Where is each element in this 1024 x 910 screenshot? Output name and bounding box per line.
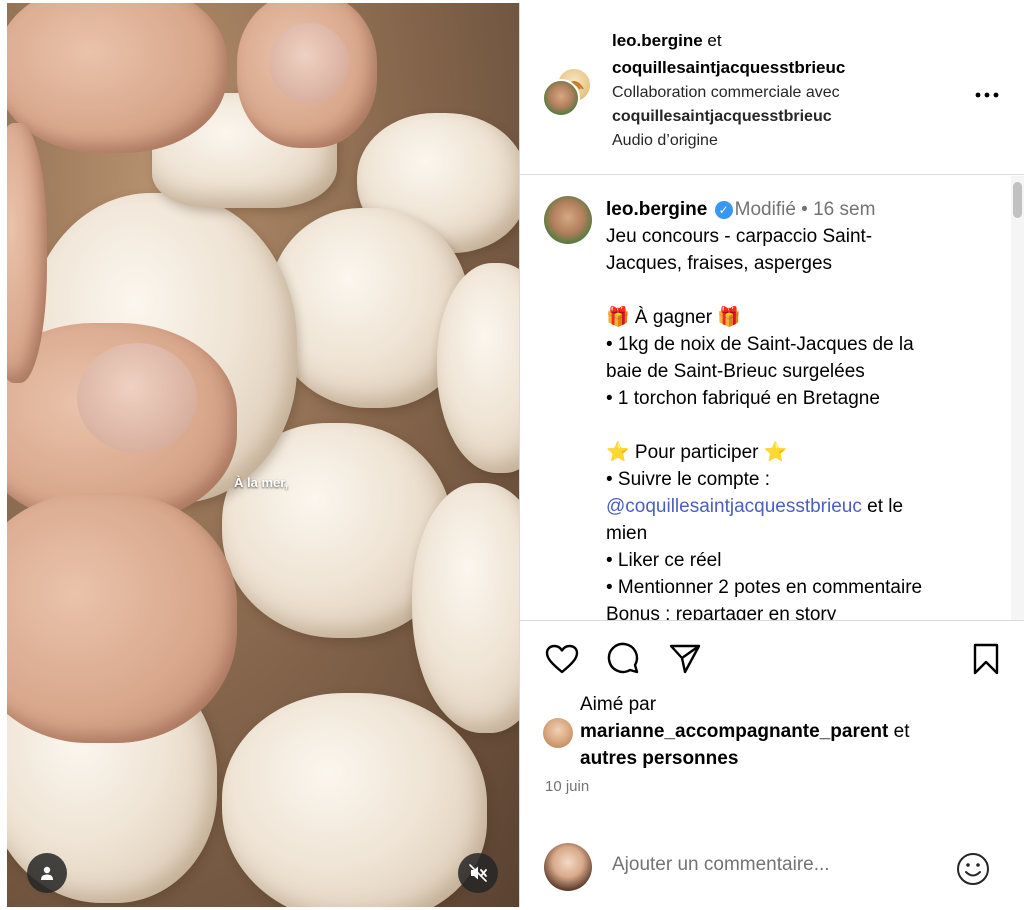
finger-image	[7, 493, 237, 743]
post-time[interactable]: 16 sem	[813, 199, 875, 220]
caption-username[interactable]: leo.bergine	[606, 199, 707, 220]
rule-tag: • Mentionner 2 potes en commentaire	[606, 577, 923, 598]
caption-avatar[interactable]	[544, 196, 592, 244]
header-username-1[interactable]: leo.bergine	[612, 31, 703, 50]
caption-line: Jacques, fraises, asperges	[606, 253, 833, 274]
mention-suffix: et le	[861, 496, 904, 517]
collab-avatar-primary[interactable]	[542, 79, 580, 117]
rule-follow: • Suivre le compte :	[606, 469, 770, 490]
mention-suffix-2: mien	[606, 523, 648, 544]
comment-bar	[520, 832, 1024, 907]
win-item: • 1 torchon fabriqué en Bretagne	[606, 388, 880, 409]
current-user-avatar	[544, 843, 592, 891]
post-panel: leo.bergine et coquillesaintjacquesstbri…	[519, 3, 1024, 907]
liked-by-label: Aimé par	[580, 694, 657, 715]
win-title: 🎁 À gagner 🎁	[606, 307, 741, 328]
collab-account-link[interactable]: coquillesaintjacquesstbrieuc	[612, 105, 845, 129]
emoji-button[interactable]	[954, 850, 992, 888]
scallop-image	[412, 483, 519, 733]
win-item: baie de Saint-Brieuc surgelées	[606, 361, 865, 382]
reel-video[interactable]: À la mer,	[7, 3, 519, 907]
save-button[interactable]	[966, 639, 1006, 679]
post-actions	[520, 639, 1024, 679]
liker-username[interactable]: marianne_accompagnante_parent	[580, 721, 888, 742]
caption-scroll-area[interactable]: leo.bergine ✓ Modifié • 16 sem Jeu concou…	[520, 176, 1024, 621]
bookmark-icon	[973, 643, 999, 675]
emoji-icon	[957, 853, 989, 885]
post-date[interactable]: 10 juin	[545, 778, 589, 795]
rule-bonus: Bonus : repartager en story	[606, 604, 837, 621]
meta-separator: •	[795, 199, 814, 220]
comment-input[interactable]	[612, 854, 942, 876]
win-item: • 1kg de noix de Saint-Jacques de la	[606, 334, 914, 355]
more-horizontal-icon	[975, 92, 999, 98]
other-likers-link[interactable]: autres personnes	[580, 745, 909, 772]
edited-label: Modifié	[734, 199, 796, 220]
finger-image	[7, 3, 227, 153]
comment-button[interactable]	[604, 639, 644, 679]
caption-line: Jeu concours - carpaccio Saint-	[606, 226, 873, 247]
rule-like: • Liker ce réel	[606, 550, 722, 571]
post-header-text: leo.bergine et coquillesaintjacquesstbri…	[612, 27, 845, 153]
comment-icon	[607, 642, 639, 674]
more-options-button[interactable]	[975, 79, 999, 105]
like-button[interactable]	[542, 639, 582, 679]
participate-title: ⭐ Pour participer ⭐	[606, 442, 788, 463]
post-caption: leo.bergine ✓ Modifié • 16 sem Jeu concou…	[606, 196, 1006, 621]
user-icon	[41, 866, 53, 880]
audio-link[interactable]: Audio d’origine	[612, 129, 845, 153]
mute-button[interactable]	[458, 853, 498, 893]
speaker-muted-icon	[469, 864, 487, 882]
share-button[interactable]	[665, 639, 705, 679]
scrollbar-thumb[interactable]	[1013, 182, 1022, 218]
heart-icon	[545, 644, 579, 674]
post-header: leo.bergine et coquillesaintjacquesstbri…	[520, 3, 1024, 175]
liker-avatar[interactable]	[543, 718, 573, 748]
header-username-2[interactable]: coquillesaintjacquesstbrieuc	[612, 54, 845, 81]
tagged-people-button[interactable]	[27, 853, 67, 893]
share-icon	[669, 644, 701, 674]
scallop-image	[222, 693, 487, 907]
video-subtitle: À la mer,	[234, 475, 289, 490]
likes-connector: et	[888, 721, 910, 742]
mention-link[interactable]: @coquillesaintjacquesstbrieuc	[606, 496, 862, 517]
fingernail-image	[269, 23, 349, 103]
likes-summary: Aimé par marianne_accompagnante_parent e…	[543, 691, 910, 772]
header-connector: et	[702, 31, 722, 50]
fingernail-image	[77, 343, 197, 453]
verified-badge-icon: ✓	[714, 201, 733, 219]
caption-scrollbar[interactable]	[1011, 176, 1024, 620]
collab-label: Collaboration commerciale avec	[612, 84, 840, 101]
